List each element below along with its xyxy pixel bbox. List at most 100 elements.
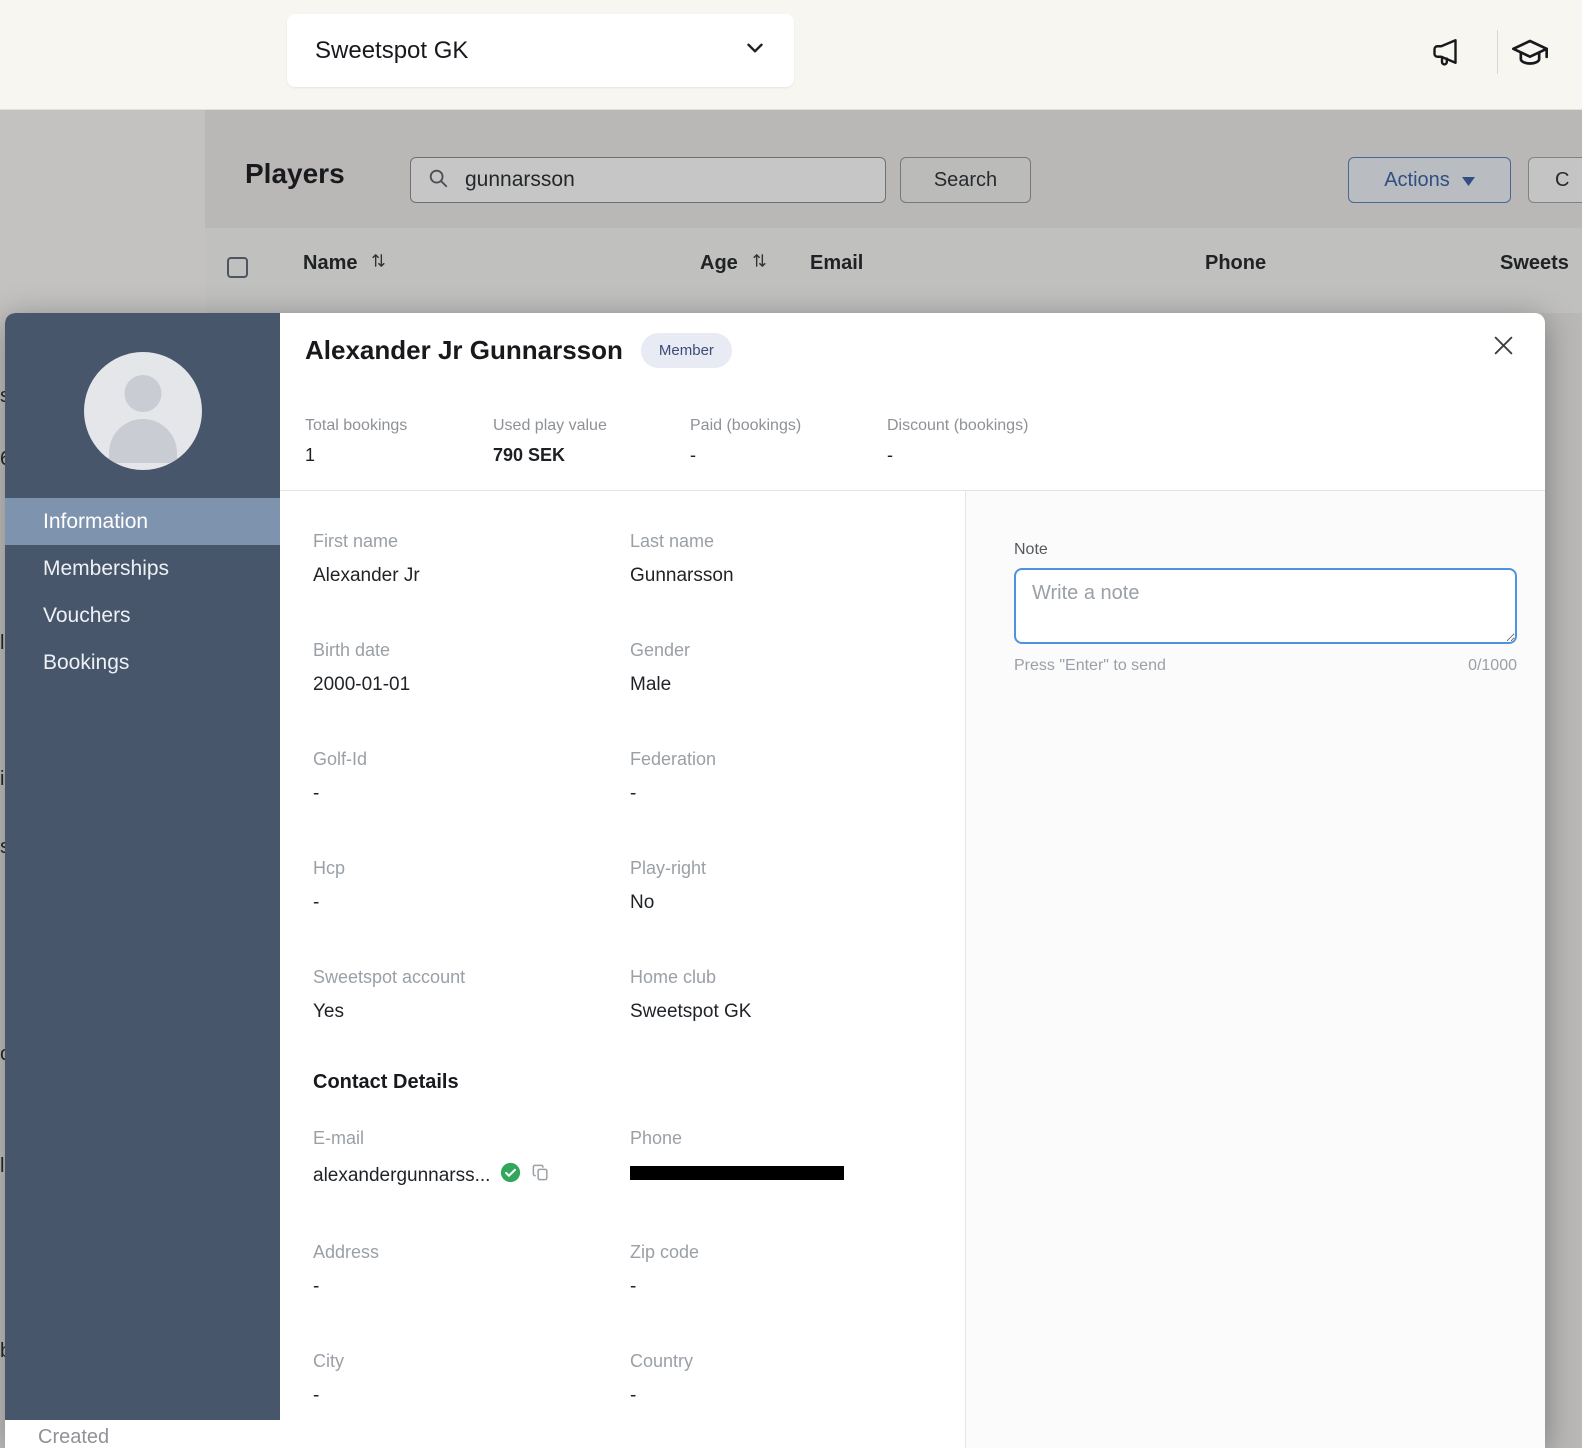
field-birth-date: Birth date 2000-01-01: [313, 640, 630, 696]
field-sweetspot-account: Sweetspot account Yes: [313, 967, 630, 1023]
announcements-button[interactable]: [1424, 30, 1472, 78]
app-root: Players Search Actions C Name Age Email: [0, 0, 1582, 1448]
megaphone-icon: [1430, 35, 1466, 74]
stat-total-bookings: Total bookings 1: [305, 417, 493, 466]
top-bar: Sweetspot GK: [0, 0, 1582, 110]
note-input[interactable]: [1014, 568, 1517, 644]
field-label: Address: [313, 1242, 630, 1263]
field-value: -: [313, 1385, 630, 1407]
avatar-person-icon: [124, 375, 161, 412]
field-label: Birth date: [313, 640, 630, 661]
drawer-tab-vouchers[interactable]: Vouchers: [5, 592, 280, 639]
field-golf-id: Golf-Id -: [313, 749, 630, 805]
member-badge: Member: [641, 333, 732, 368]
field-label: Country: [630, 1351, 965, 1372]
player-name: Alexander Jr Gunnarsson: [305, 335, 623, 366]
close-button[interactable]: [1483, 327, 1523, 367]
field-label: Hcp: [313, 858, 630, 879]
verified-check-icon: [500, 1162, 521, 1189]
email-value: alexandergunnarss...: [313, 1165, 490, 1187]
stat-label: Paid (bookings): [690, 417, 887, 435]
stat-value: 1: [305, 445, 493, 466]
field-label: E-mail: [313, 1128, 630, 1149]
note-hint: Press "Enter" to send: [1014, 657, 1166, 675]
club-selector-dropdown[interactable]: Sweetspot GK: [287, 14, 794, 87]
field-value: Yes: [313, 1001, 630, 1023]
field-last-name: Last name Gunnarsson: [630, 531, 965, 587]
avatar: [84, 352, 202, 470]
contact-details-heading: Contact Details: [313, 1071, 965, 1094]
field-label: Sweetspot account: [313, 967, 630, 988]
field-value: 2000-01-01: [313, 674, 630, 696]
field-value: Alexander Jr: [313, 565, 630, 587]
field-label: Last name: [630, 531, 965, 552]
field-label: City: [313, 1351, 630, 1372]
field-address: Address -: [313, 1242, 630, 1298]
player-detail-drawer: Information Memberships Vouchers Booking…: [5, 313, 1545, 1448]
stats-row: Total bookings 1 Used play value 790 SEK…: [305, 417, 1028, 466]
stat-used-play-value: Used play value 790 SEK: [493, 417, 690, 466]
field-value: -: [630, 1385, 965, 1407]
field-city: City -: [313, 1351, 630, 1407]
field-value: -: [313, 892, 630, 914]
note-char-counter: 0/1000: [1468, 657, 1517, 675]
field-label: Federation: [630, 749, 965, 770]
stat-value: -: [887, 445, 1028, 466]
note-label: Note: [1014, 541, 1517, 559]
drawer-content: Alexander Jr Gunnarsson Member Total boo…: [280, 313, 1545, 1448]
field-value: Gunnarsson: [630, 565, 965, 587]
field-federation: Federation -: [630, 749, 965, 805]
stat-label: Total bookings: [305, 417, 493, 435]
field-value: Male: [630, 674, 965, 696]
field-zip-code: Zip code -: [630, 1242, 965, 1298]
field-gender: Gender Male: [630, 640, 965, 696]
field-label: Phone: [630, 1128, 965, 1149]
stat-value: 790 SEK: [493, 445, 690, 466]
created-label: Created: [38, 1426, 109, 1448]
field-home-club: Home club Sweetspot GK: [630, 967, 965, 1023]
field-label: Play-right: [630, 858, 965, 879]
field-label: Gender: [630, 640, 965, 661]
drawer-body: First name Alexander Jr Last name Gunnar…: [280, 491, 1545, 1448]
topbar-divider: [1497, 30, 1498, 74]
field-value: -: [313, 1276, 630, 1298]
field-play-right: Play-right No: [630, 858, 965, 914]
field-label: Zip code: [630, 1242, 965, 1263]
field-value: -: [630, 1276, 965, 1298]
stat-value: -: [690, 445, 887, 466]
field-first-name: First name Alexander Jr: [313, 531, 630, 587]
field-email: E-mail alexandergunnarss...: [313, 1128, 630, 1189]
field-hcp: Hcp -: [313, 858, 630, 914]
drawer-tab-information[interactable]: Information: [5, 498, 280, 545]
field-value: Sweetspot GK: [630, 1001, 965, 1023]
drawer-sidebar: Information Memberships Vouchers Booking…: [5, 313, 280, 1420]
field-value: -: [313, 783, 630, 805]
close-icon: [1490, 332, 1517, 362]
avatar-person-icon: [109, 419, 177, 463]
note-hint-row: Press "Enter" to send 0/1000: [1014, 657, 1517, 675]
redacted-phone-value: [630, 1166, 844, 1180]
copy-icon[interactable]: [531, 1163, 550, 1188]
drawer-tab-memberships[interactable]: Memberships: [5, 545, 280, 592]
drawer-tab-bookings[interactable]: Bookings: [5, 639, 280, 686]
graduation-cap-icon: [1510, 33, 1550, 76]
field-label: Home club: [630, 967, 965, 988]
field-label: Golf-Id: [313, 749, 630, 770]
field-phone: Phone: [630, 1128, 965, 1189]
club-selector-value: Sweetspot GK: [315, 37, 468, 65]
chevron-down-icon: [742, 35, 768, 66]
note-panel: Note Press "Enter" to send 0/1000: [965, 491, 1545, 1448]
field-value: No: [630, 892, 965, 914]
stat-label: Discount (bookings): [887, 417, 1028, 435]
field-value: -: [630, 783, 965, 805]
stat-label: Used play value: [493, 417, 690, 435]
field-label: First name: [313, 531, 630, 552]
information-form: First name Alexander Jr Last name Gunnar…: [280, 491, 965, 1448]
contact-fields-grid: E-mail alexandergunnarss...: [313, 1128, 965, 1407]
academy-button[interactable]: [1506, 30, 1554, 78]
drawer-header: Alexander Jr Gunnarsson Member: [305, 333, 732, 368]
fields-grid: First name Alexander Jr Last name Gunnar…: [313, 531, 965, 1023]
stat-paid-bookings: Paid (bookings) -: [690, 417, 887, 466]
stat-discount-bookings: Discount (bookings) -: [887, 417, 1028, 466]
field-country: Country -: [630, 1351, 965, 1407]
